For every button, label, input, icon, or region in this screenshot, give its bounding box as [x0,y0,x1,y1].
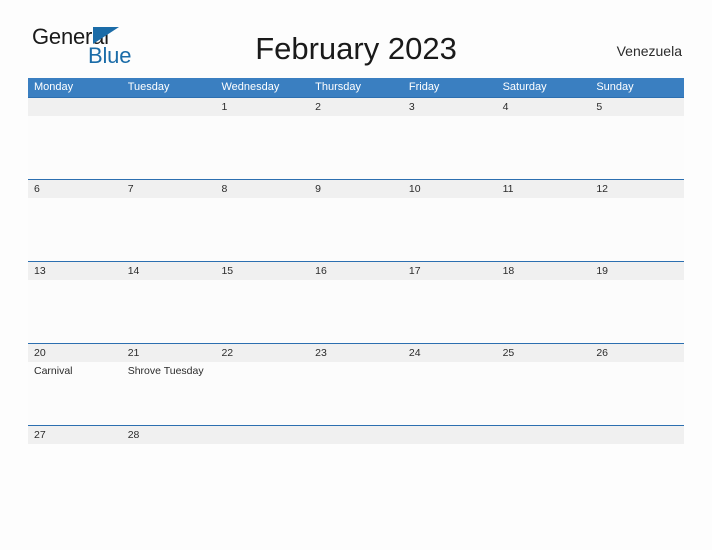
week-row: 1 2 3 4 5 [28,97,684,179]
page-header: General Blue February 2023 Venezuela [0,0,712,67]
weekday-header-saturday: Saturday [502,81,547,93]
weekday-header-sunday: Sunday [596,81,634,93]
weekday-header-row: Monday Tuesday Wednesday Thursday Friday… [28,78,684,97]
day-events[interactable] [122,198,216,261]
day-number[interactable]: 18 [497,262,591,280]
weekday-header-tuesday: Tuesday [127,81,170,93]
day-events[interactable] [215,116,309,179]
calendar-grid: Monday Tuesday Wednesday Thursday Friday… [28,78,684,444]
day-events[interactable] [122,280,216,343]
day-events[interactable] [590,362,684,425]
day-number[interactable]: 13 [28,262,122,280]
day-event-label: Carnival [34,365,73,377]
day-number [590,426,684,444]
day-number[interactable]: 7 [122,180,216,198]
country-label: Venezuela [616,43,682,59]
week-daynumber-band: 13 14 15 16 17 18 19 [28,262,684,280]
weekday-header-wednesday: Wednesday [221,81,280,93]
day-events[interactable] [403,280,497,343]
day-number[interactable]: 26 [590,344,684,362]
day-events[interactable] [122,116,216,179]
day-number[interactable]: 4 [497,98,591,116]
week-event-band [28,198,684,261]
day-events[interactable] [309,280,403,343]
day-events[interactable] [497,116,591,179]
calendar-page: General Blue February 2023 Venezuela Mon… [0,0,712,550]
day-events[interactable] [28,280,122,343]
day-events[interactable] [497,362,591,425]
day-number[interactable]: 23 [309,344,403,362]
week-event-band [28,280,684,343]
day-events[interactable] [403,444,497,446]
day-number [122,98,216,116]
day-events[interactable] [590,198,684,261]
week-daynumber-band: 27 28 [28,426,684,444]
day-number[interactable]: 21 [122,344,216,362]
day-number[interactable]: 2 [309,98,403,116]
week-daynumber-band: 20 21 22 23 24 25 26 [28,344,684,362]
day-number[interactable]: 9 [309,180,403,198]
day-events[interactable] [403,198,497,261]
day-events[interactable] [28,116,122,179]
day-number[interactable]: 11 [497,180,591,198]
day-events[interactable] [590,280,684,343]
day-number[interactable]: 17 [403,262,497,280]
week-row: 6 7 8 9 10 11 12 [28,179,684,261]
day-number [403,426,497,444]
week-row: 27 28 [28,425,684,444]
day-number[interactable]: 20 [28,344,122,362]
day-number[interactable]: 27 [28,426,122,444]
day-number [309,426,403,444]
day-events[interactable] [590,116,684,179]
week-event-band: Carnival Shrove Tuesday [28,362,684,425]
day-events[interactable] [309,198,403,261]
day-event-label: Shrove Tuesday [127,365,204,377]
weekday-header-monday: Monday [34,81,74,93]
day-events[interactable] [215,362,309,425]
day-number[interactable]: 12 [590,180,684,198]
page-title: February 2023 [255,31,457,66]
day-number [497,426,591,444]
day-number[interactable]: 3 [403,98,497,116]
day-number[interactable]: 22 [215,344,309,362]
day-events[interactable] [497,444,591,446]
day-number [28,98,122,116]
day-events[interactable]: Carnival [28,362,122,425]
day-events[interactable] [309,362,403,425]
day-number[interactable]: 1 [215,98,309,116]
day-events[interactable] [497,280,591,343]
day-number[interactable]: 10 [403,180,497,198]
day-number[interactable]: 14 [122,262,216,280]
day-events[interactable] [590,444,684,446]
day-events[interactable] [215,198,309,261]
week-daynumber-band: 6 7 8 9 10 11 12 [28,180,684,198]
day-number[interactable]: 5 [590,98,684,116]
day-number[interactable]: 15 [215,262,309,280]
day-events[interactable] [122,444,216,446]
day-number[interactable]: 8 [215,180,309,198]
week-row: 20 21 22 23 24 25 26 Carnival Shrove Tue… [28,343,684,425]
day-number[interactable]: 28 [122,426,216,444]
day-number[interactable]: 24 [403,344,497,362]
day-number[interactable]: 19 [590,262,684,280]
day-events[interactable] [215,444,309,446]
day-events[interactable] [28,198,122,261]
day-number[interactable]: 16 [309,262,403,280]
day-events[interactable]: Shrove Tuesday [122,362,216,425]
day-number[interactable]: 6 [28,180,122,198]
day-events[interactable] [28,444,122,446]
week-daynumber-band: 1 2 3 4 5 [28,98,684,116]
day-events[interactable] [309,116,403,179]
weekday-header-friday: Friday [408,81,440,93]
day-events[interactable] [215,280,309,343]
week-row: 13 14 15 16 17 18 19 [28,261,684,343]
day-events[interactable] [497,198,591,261]
day-events[interactable] [309,444,403,446]
weekday-header-thursday: Thursday [315,81,362,93]
day-events[interactable] [403,362,497,425]
week-event-band [28,116,684,179]
day-number [215,426,309,444]
day-number[interactable]: 25 [497,344,591,362]
day-events[interactable] [403,116,497,179]
